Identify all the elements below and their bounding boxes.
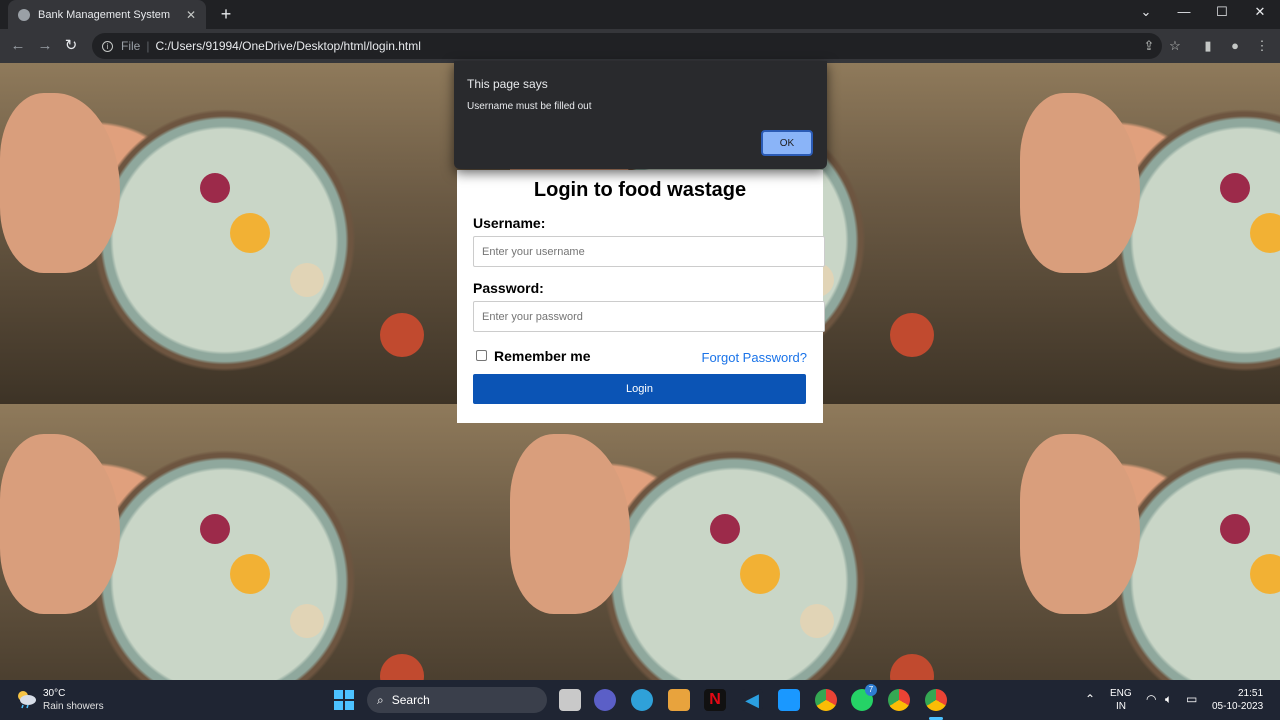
share-icon[interactable]: ⇪ (1141, 38, 1157, 54)
teams-chat-icon[interactable] (594, 689, 616, 711)
forgot-password-link[interactable]: Forgot Password? (702, 350, 808, 365)
login-title: Login to food wastage (533, 179, 747, 201)
profile-icon[interactable]: ● (1227, 38, 1243, 54)
remember-checkbox[interactable] (476, 350, 487, 361)
whatsapp-icon[interactable]: 7 (851, 684, 877, 711)
tab-strip: Bank Management System ✕ + ⌄ — ☐ ✕ (0, 0, 1280, 29)
maximize-button[interactable]: ☐ (1210, 4, 1234, 20)
battery-icon[interactable]: ▭ (1186, 692, 1197, 706)
username-label: Username: (473, 215, 546, 231)
chrome-icon[interactable] (815, 689, 837, 711)
clock-date[interactable]: 05-10-2023 (1212, 701, 1263, 712)
clock-time[interactable]: 21:51 (1238, 688, 1263, 699)
weather-description[interactable]: Rain showers (43, 701, 104, 712)
background-image (1020, 63, 1280, 404)
browser-toolbar: ← → ↻ i File | C:/Users/91994/OneDrive/D… (0, 29, 1280, 63)
file-explorer-icon[interactable] (559, 689, 581, 711)
globe-icon (18, 8, 30, 21)
weather-temperature[interactable]: 30°C (43, 688, 65, 699)
forward-icon[interactable]: → (36, 37, 54, 55)
background-image (510, 404, 1020, 680)
chevron-up-icon[interactable]: ⌃ (1085, 692, 1095, 706)
prime-video-icon[interactable] (778, 689, 800, 711)
edge-icon[interactable] (631, 689, 653, 711)
region-indicator[interactable]: IN (1116, 701, 1126, 712)
minimize-button[interactable]: — (1172, 4, 1196, 19)
taskbar-search[interactable]: ⌕ Search (367, 687, 547, 713)
url-separator: | (146, 39, 150, 53)
url-scheme: File (121, 39, 141, 53)
chrome-active-icon[interactable] (925, 689, 947, 711)
chrome-profile-icon[interactable] (888, 689, 910, 711)
weather-icon[interactable] (15, 689, 37, 709)
password-input[interactable] (473, 301, 825, 332)
tab-title: Bank Management System (38, 8, 171, 21)
tab-search-icon[interactable]: ⌄ (1134, 4, 1158, 20)
hand-shape (0, 93, 120, 273)
netflix-icon[interactable]: N (704, 689, 726, 711)
language-indicator[interactable]: ENG (1110, 688, 1132, 699)
reload-icon[interactable]: ↻ (62, 37, 80, 55)
search-icon: ⌕ (377, 692, 384, 707)
alert-title: This page says (467, 77, 548, 91)
login-form: Login to food wastage Username: Password… (457, 170, 825, 423)
url-text[interactable]: C:/Users/91994/OneDrive/Desktop/html/log… (155, 39, 420, 53)
new-tab-button[interactable]: + (216, 4, 236, 24)
back-icon[interactable]: ← (9, 37, 27, 55)
windows-start-icon[interactable] (334, 690, 354, 710)
close-window-button[interactable]: ✕ (1248, 4, 1272, 20)
info-icon[interactable]: i (102, 40, 113, 52)
background-image (0, 63, 510, 404)
store-icon[interactable] (668, 689, 690, 711)
background-image (1020, 404, 1280, 680)
menu-icon[interactable]: ⋮ (1254, 38, 1270, 54)
wifi-icon[interactable]: ◠ (1146, 692, 1156, 706)
background-image (0, 404, 510, 680)
close-tab-icon[interactable]: ✕ (186, 8, 196, 22)
bookmark-star-icon[interactable]: ☆ (1167, 38, 1183, 54)
address-bar[interactable]: i File | C:/Users/91994/OneDrive/Desktop… (92, 33, 1162, 59)
vscode-icon[interactable]: ◀ (741, 689, 763, 711)
remember-label: Remember me (494, 348, 591, 364)
alert-dialog: This page says Username must be filled o… (454, 61, 827, 169)
alert-message: Username must be filled out (467, 101, 592, 112)
side-panel-icon[interactable]: ▮ (1200, 38, 1216, 54)
volume-icon[interactable]: 🔈︎ (1165, 692, 1172, 707)
remember-row: Remember me Forgot Password? (473, 348, 808, 370)
notification-badge: 7 (865, 684, 877, 696)
search-label: Search (391, 693, 430, 707)
alert-ok-button[interactable]: OK (761, 130, 813, 156)
login-button[interactable]: Login (473, 374, 806, 404)
taskbar: 30°C Rain showers ⌕ Search N ◀ 7 ⌃ ENG I… (0, 680, 1280, 720)
browser-tab[interactable]: Bank Management System ✕ (8, 0, 206, 29)
username-input[interactable] (473, 236, 825, 267)
password-label: Password: (473, 280, 544, 296)
